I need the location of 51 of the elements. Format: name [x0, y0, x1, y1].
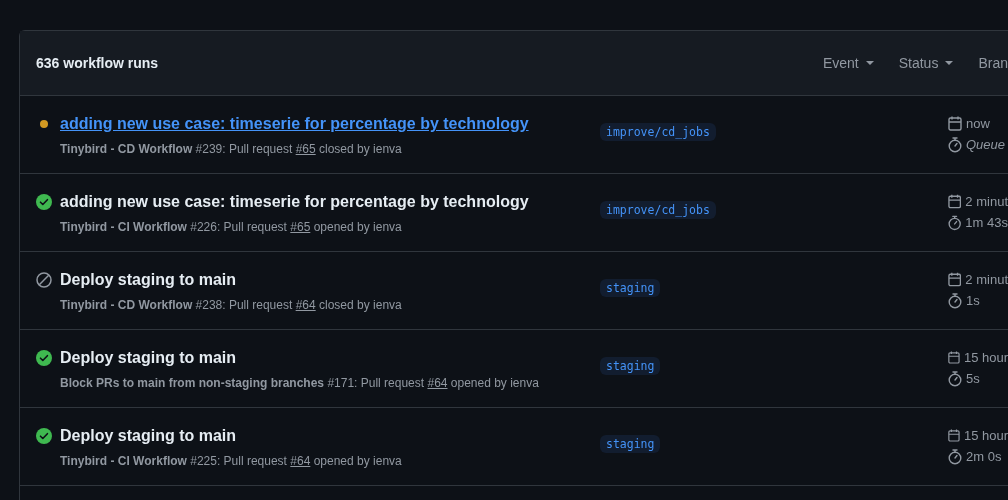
run-description: Block PRs to main from non-staging branches #171: Pull request #64 opened by ienva: [60, 375, 539, 392]
stopwatch-icon: [948, 448, 962, 465]
run-description: Tinybird - CI Workflow #226: Pull request #65 opened by ienva: [60, 219, 402, 236]
run-duration: 1m 43s: [965, 214, 1008, 231]
run-description: Tinybird - CI Workflow #225: Pull request #64 opened by ienva: [60, 453, 402, 470]
cancelled-icon: [36, 272, 52, 288]
run-date: 2 minut: [965, 193, 1008, 210]
run-duration: Queue: [966, 136, 1006, 153]
caret-icon: [945, 61, 954, 65]
run-title[interactable]: adding new use case: timeserie for percentage by technology: [60, 191, 529, 213]
branch-label[interactable]: improve/cd_jobs: [600, 201, 716, 219]
run-title[interactable]: Deploy staging to main: [60, 269, 236, 291]
branch-label[interactable]: staging: [600, 279, 661, 297]
run-date: 15 hour: [963, 349, 1008, 366]
branch-label[interactable]: improve/cd_jobs: [600, 123, 716, 141]
run-title[interactable]: adding new use case: timeserie for percentage by technology: [60, 113, 529, 135]
run-count: 636 workflow runs: [36, 53, 160, 73]
run-date: now: [966, 115, 990, 132]
stopwatch-icon: [948, 214, 962, 231]
calendar-icon: [948, 194, 962, 209]
check-circle-icon: [36, 428, 52, 444]
branch-label[interactable]: staging: [600, 357, 661, 375]
pull-request-link[interactable]: #64: [427, 376, 448, 390]
caret-icon: [865, 61, 874, 65]
filter-dropdown[interactable]: Bran: [978, 52, 1008, 74]
calendar-icon: [948, 116, 962, 131]
run-duration: 1s: [966, 292, 980, 309]
branch-label[interactable]: staging: [600, 435, 661, 453]
calendar-icon: [948, 272, 962, 287]
run-description: Tinybird - CD Workflow #239: Pull request #65 closed by ienva: [60, 141, 402, 158]
pull-request-link[interactable]: #65: [295, 142, 316, 156]
check-circle-icon: [36, 350, 52, 366]
pull-request-link[interactable]: #64: [295, 298, 316, 312]
run-title[interactable]: Deploy staging to main: [60, 425, 236, 447]
calendar-icon: [948, 350, 960, 365]
pull-request-link[interactable]: #64: [290, 454, 311, 468]
stopwatch-icon: [948, 136, 962, 153]
stopwatch-icon: [948, 292, 962, 309]
filter-dropdown[interactable]: Status: [898, 52, 954, 74]
run-description: Tinybird - CD Workflow #238: Pull request #64 closed by ienva: [60, 297, 402, 314]
run-date: 2 minut: [965, 271, 1008, 288]
run-title[interactable]: Deploy staging to main: [60, 347, 236, 369]
status-dot-icon: [39, 119, 49, 129]
run-duration: 5s: [966, 370, 980, 387]
pull-request-link[interactable]: #65: [290, 220, 311, 234]
stopwatch-icon: [948, 370, 962, 387]
filter-dropdown[interactable]: Event: [822, 52, 874, 74]
check-circle-icon: [36, 194, 52, 210]
run-duration: 2m 0s: [966, 448, 1002, 465]
calendar-icon: [948, 428, 960, 443]
run-date: 15 hour: [963, 427, 1008, 444]
